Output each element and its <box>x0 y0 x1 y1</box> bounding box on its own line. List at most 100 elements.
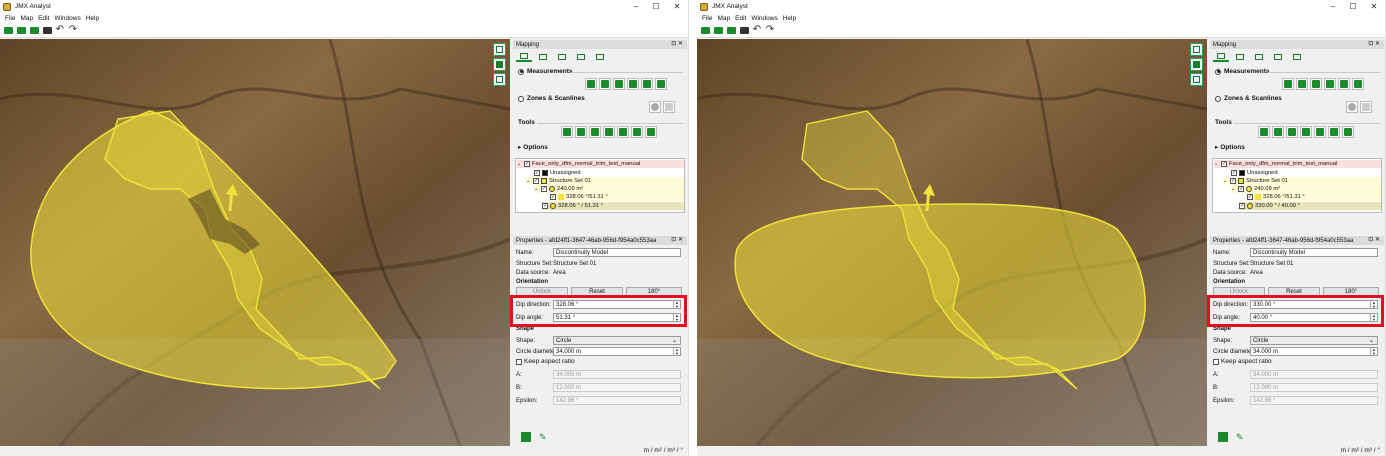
arrow-tool-icon[interactable] <box>1282 78 1294 90</box>
tab-measure[interactable] <box>516 51 532 62</box>
close-icon[interactable]: ✕ <box>669 1 685 12</box>
tab-measure[interactable] <box>1213 51 1229 62</box>
view-3d-icon[interactable] <box>1190 43 1203 56</box>
arch-tool-icon[interactable] <box>1352 78 1364 90</box>
spinner-icon[interactable]: ▲ ▼ <box>1370 301 1377 308</box>
rotate-180-button[interactable]: 180° <box>1323 287 1379 296</box>
menu-map[interactable]: Map <box>20 15 33 22</box>
unlock-button[interactable]: Unlock <box>516 287 568 296</box>
checkbox-icon[interactable]: ✓ <box>1247 194 1253 200</box>
tree-orientation-row[interactable]: ✓ 328.06 °/51.31 ° <box>550 193 684 201</box>
map-viewport[interactable] <box>0 39 510 446</box>
save-icon[interactable] <box>29 25 39 35</box>
rock-face-image[interactable] <box>697 39 1207 446</box>
checkbox-icon[interactable]: ✓ <box>550 194 556 200</box>
open-folder-icon[interactable] <box>16 25 26 35</box>
dip-direction-field[interactable]: 330.00 ° ▲ ▼ <box>1250 300 1378 309</box>
measurements-radio-icon[interactable] <box>1215 68 1221 75</box>
save-icon[interactable] <box>726 25 736 35</box>
tool-blocks-icon[interactable] <box>1258 126 1270 138</box>
zones-radio-icon[interactable] <box>1215 95 1221 102</box>
options-expander[interactable]: ▸ Options <box>1215 143 1245 152</box>
tool-table-icon[interactable] <box>603 126 615 138</box>
view-frame-icon[interactable] <box>1190 73 1203 86</box>
freehand-tool-icon[interactable] <box>1310 78 1322 90</box>
rock-face-image[interactable] <box>0 39 510 446</box>
tab-block[interactable] <box>573 51 589 62</box>
name-field[interactable]: Discontinuity Model <box>1250 248 1378 257</box>
checkbox-icon[interactable]: ✓ <box>1239 203 1245 209</box>
menu-help[interactable]: Help <box>783 15 796 22</box>
dip-direction-field[interactable]: 328.06 ° ▲ ▼ <box>553 300 681 309</box>
chevron-down-icon[interactable]: ⌄ <box>672 337 677 345</box>
zones-radio[interactable]: Zones & Scanlines <box>1215 95 1282 102</box>
view-frame-icon[interactable] <box>493 73 506 86</box>
arrow-tool-icon[interactable] <box>585 78 597 90</box>
tool-add-icon[interactable] <box>1342 126 1354 138</box>
menu-file[interactable]: File <box>5 15 15 22</box>
new-file-icon[interactable] <box>700 25 710 35</box>
checkbox-icon[interactable]: ✓ <box>524 161 530 167</box>
checkbox-icon[interactable]: ✓ <box>1230 178 1236 184</box>
spinner-icon[interactable]: ▲ ▼ <box>1370 314 1377 321</box>
tool-blocks-icon[interactable] <box>561 126 573 138</box>
close-icon[interactable]: ✕ <box>1366 1 1382 12</box>
menu-windows[interactable]: Windows <box>54 15 80 22</box>
chevron-down-icon[interactable]: ⌄ <box>1223 178 1229 184</box>
zones-radio[interactable]: Zones & Scanlines <box>518 95 585 102</box>
chevron-right-icon[interactable]: ▸ <box>518 143 521 151</box>
reset-button[interactable]: Reset <box>571 287 623 296</box>
new-file-icon[interactable] <box>3 25 13 35</box>
tree-area-row[interactable]: ⌄ ✓ 240.09 m² <box>534 185 684 193</box>
spinner-icon[interactable]: ▲ ▼ <box>1370 348 1377 355</box>
undo-icon[interactable]: ↶ <box>55 25 65 35</box>
rotate-180-button[interactable]: 180° <box>626 287 682 296</box>
tool-wave-icon[interactable] <box>631 126 643 138</box>
minimize-icon[interactable]: – <box>628 1 644 12</box>
view-overlay-icon[interactable] <box>493 58 506 71</box>
polygon-tool-icon[interactable] <box>627 78 639 90</box>
checkbox-icon[interactable]: ✓ <box>533 178 539 184</box>
measurements-radio-icon[interactable] <box>518 68 524 75</box>
pencil-icon[interactable]: ✎ <box>539 432 549 442</box>
view-overlay-icon[interactable] <box>1190 58 1203 71</box>
tab-settings[interactable] <box>1289 51 1305 62</box>
tool-shape-icon[interactable] <box>1314 126 1326 138</box>
dip-angle-field[interactable]: 51.31 ° ▲ ▼ <box>553 313 681 322</box>
tool-link-icon[interactable] <box>589 126 601 138</box>
tree-unassigned-row[interactable]: ✓ Unassigned <box>534 169 684 177</box>
checkbox-icon[interactable]: ✓ <box>541 186 547 192</box>
zones-radio-icon[interactable] <box>518 95 524 102</box>
chevron-right-icon[interactable]: ▸ <box>1215 143 1218 151</box>
tab-angle[interactable] <box>535 51 551 62</box>
tree-area-row[interactable]: ⌄ ✓ 240.09 m² <box>1231 185 1381 193</box>
zone-circle-icon[interactable] <box>649 101 661 113</box>
panel-close-icon[interactable]: ⊡ ✕ <box>671 40 683 47</box>
tab-angle[interactable] <box>1232 51 1248 62</box>
tool-layers-icon[interactable] <box>575 126 587 138</box>
chevron-down-icon[interactable]: ⌄ <box>534 186 540 192</box>
checkbox-icon[interactable]: ✓ <box>1231 170 1237 176</box>
unlock-button[interactable]: Unlock <box>1213 287 1265 296</box>
tool-layers-icon[interactable] <box>1272 126 1284 138</box>
checkbox-icon[interactable] <box>516 358 522 365</box>
tab-fault[interactable] <box>554 51 570 62</box>
maximize-icon[interactable]: ☐ <box>1345 1 1361 12</box>
tool-link-icon[interactable] <box>1286 126 1298 138</box>
zone-grid-icon[interactable] <box>663 101 675 113</box>
model-tab-icon[interactable] <box>1218 432 1228 442</box>
spinner-icon[interactable]: ▲ ▼ <box>673 301 680 308</box>
aspect-ratio-checkbox[interactable]: Keep aspect ratio <box>1213 358 1272 365</box>
tree-unassigned-row[interactable]: ✓ Unassigned <box>1231 169 1381 177</box>
maximize-icon[interactable]: ☐ <box>648 1 664 12</box>
tree-structure-set-row[interactable]: ⌄ ✓ Structure Set 01 <box>1223 177 1381 185</box>
model-tab-icon[interactable] <box>521 432 531 442</box>
checkbox-icon[interactable]: ✓ <box>1238 186 1244 192</box>
menu-edit[interactable]: Edit <box>735 15 746 22</box>
minimize-icon[interactable]: – <box>1325 1 1341 12</box>
tab-block[interactable] <box>1270 51 1286 62</box>
tree-selected-row[interactable]: ✓ 328.06 ° / 51.31 ° <box>542 202 684 210</box>
spinner-icon[interactable]: ▲ ▼ <box>673 348 680 355</box>
measurements-radio[interactable]: Measurements <box>1215 68 1270 75</box>
cross-tool-icon[interactable] <box>1338 78 1350 90</box>
